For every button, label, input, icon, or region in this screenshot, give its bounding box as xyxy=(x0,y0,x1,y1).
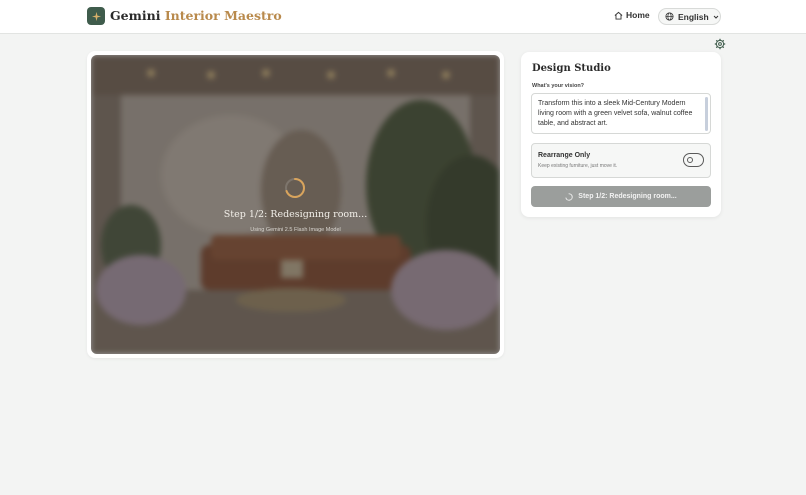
loading-subtitle: Using Gemini 2.5 Flash Image Model xyxy=(250,227,341,233)
app-title[interactable]: Gemini Interior Maestro xyxy=(110,8,282,23)
gear-icon[interactable] xyxy=(714,38,726,50)
home-label: Home xyxy=(626,10,650,20)
home-icon xyxy=(614,11,623,20)
vision-text: Transform this into a sleek Mid-Century … xyxy=(538,100,693,128)
app-header: Gemini Interior Maestro Home English xyxy=(0,0,806,34)
vision-scrollbar[interactable] xyxy=(705,97,708,131)
vision-label: What's your vision? xyxy=(532,83,585,89)
language-label: English xyxy=(678,11,709,22)
design-studio-panel: Design Studio What's your vision? Transf… xyxy=(521,52,721,217)
loading-overlay xyxy=(91,55,500,354)
loading-spinner-icon xyxy=(565,192,573,201)
loading-title: Step 1/2: Redesigning room... xyxy=(223,209,368,220)
chevron-down-icon xyxy=(713,15,719,19)
brand-secondary: Interior Maestro xyxy=(164,8,282,23)
globe-icon xyxy=(665,12,674,21)
room-preview-card: Step 1/2: Redesigning room... Using Gemi… xyxy=(87,51,504,358)
sparkle-icon xyxy=(91,11,101,21)
loading-spinner-icon xyxy=(285,178,305,198)
room-image: Step 1/2: Redesigning room... Using Gemi… xyxy=(91,55,500,354)
language-selector[interactable]: English xyxy=(658,8,721,25)
rearrange-subtitle: Keep existing furniture, just move it. xyxy=(538,163,618,169)
rearrange-title: Rearrange Only xyxy=(538,152,591,159)
redesign-button-label: Step 1/2: Redesigning room... xyxy=(578,193,677,200)
redesign-button[interactable]: Step 1/2: Redesigning room... xyxy=(531,186,711,207)
app-logo[interactable] xyxy=(87,7,105,25)
vision-textarea[interactable]: Transform this into a sleek Mid-Century … xyxy=(531,93,711,134)
brand-primary: Gemini xyxy=(110,8,161,23)
rearrange-toggle[interactable] xyxy=(683,153,704,167)
rearrange-option[interactable]: Rearrange Only Keep existing furniture, … xyxy=(531,143,711,178)
panel-title: Design Studio xyxy=(532,63,611,74)
home-link[interactable]: Home xyxy=(614,10,650,20)
toggle-knob xyxy=(687,157,693,163)
